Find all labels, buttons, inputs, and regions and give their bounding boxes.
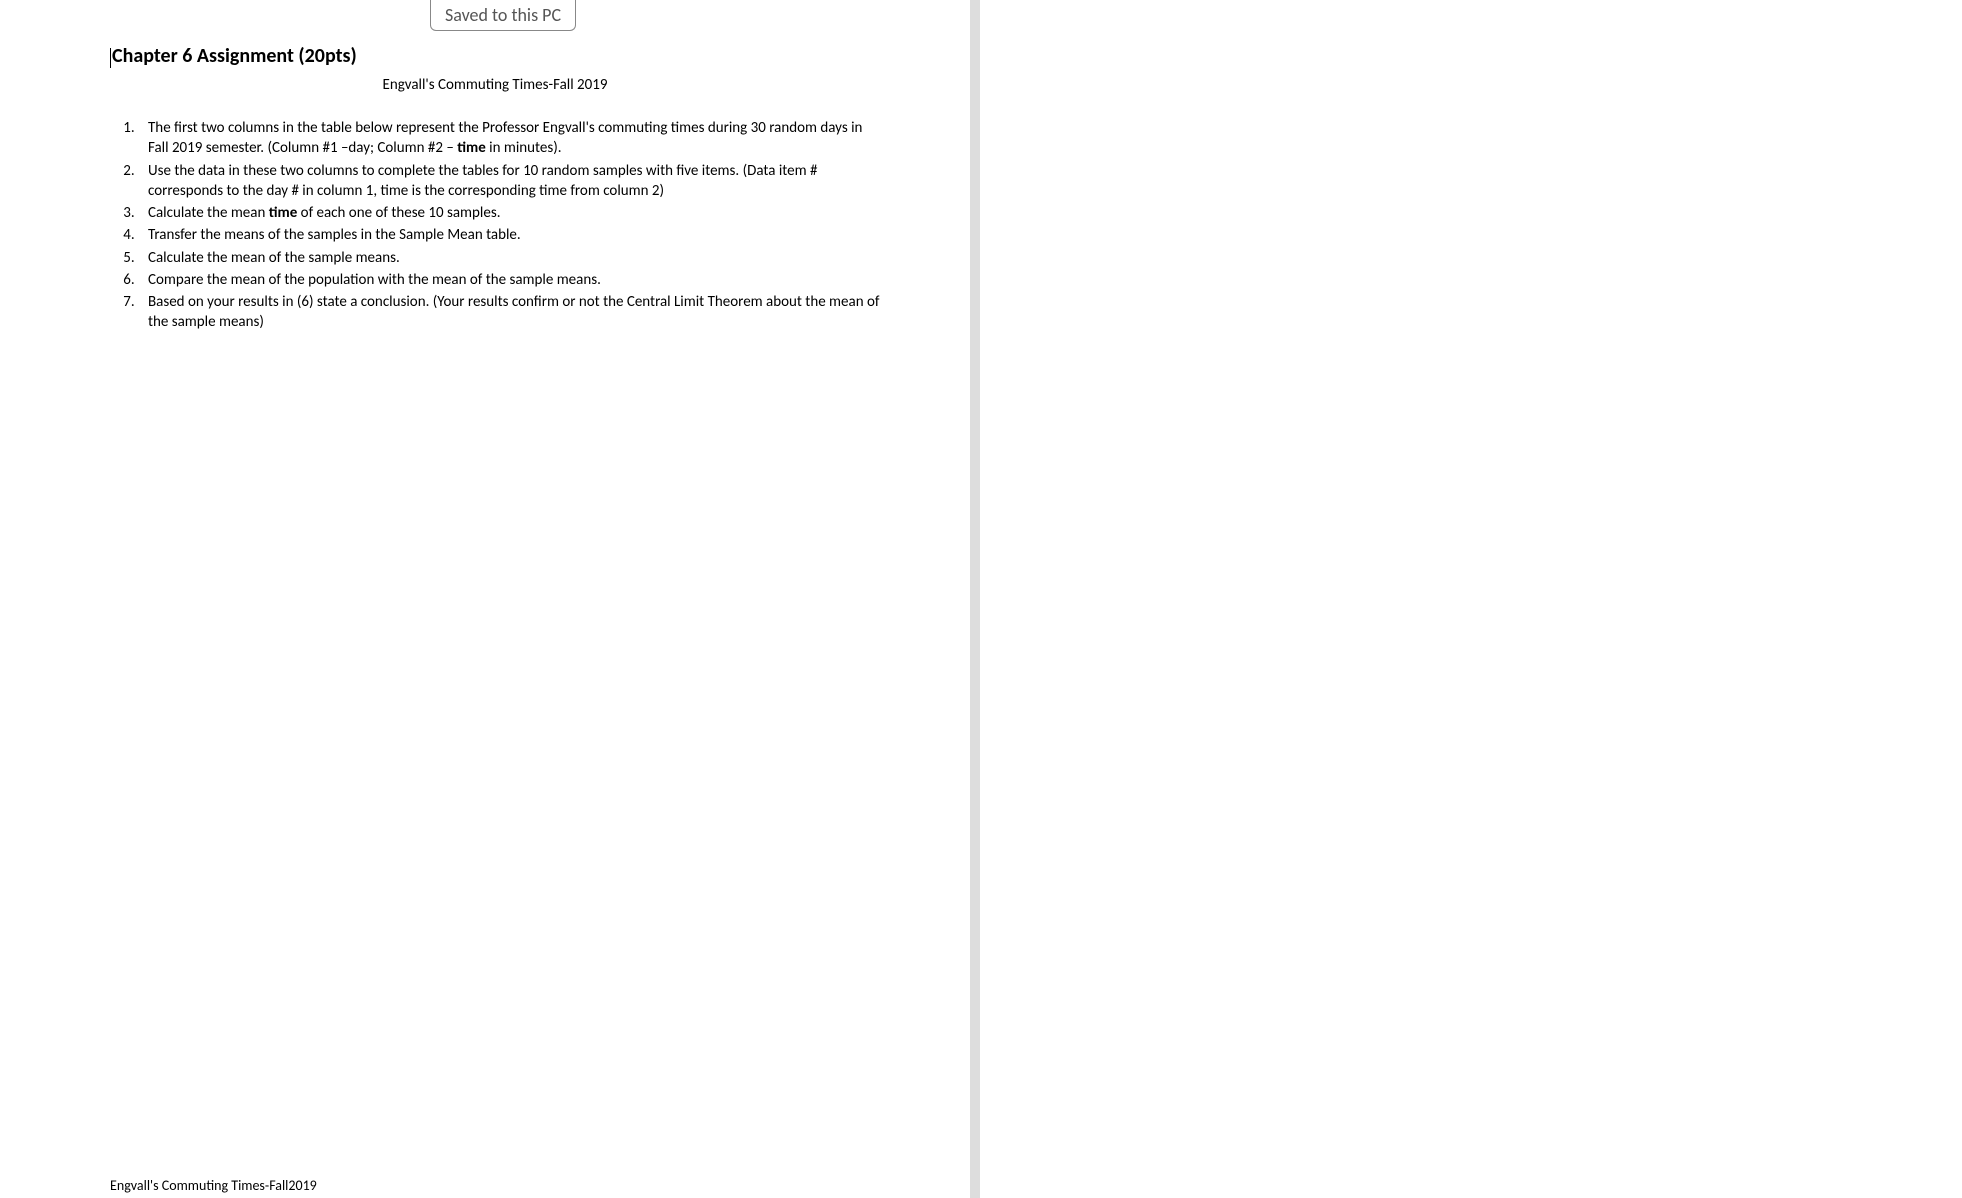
instruction-item: The first two columns in the table below…: [138, 118, 880, 159]
instruction-item: Compare the mean of the population with …: [138, 270, 880, 290]
document-page-1: Saved to this PC Chapter 6 Assignment (2…: [0, 0, 980, 1198]
instruction-item: Based on your results in (6) state a con…: [138, 292, 880, 333]
saved-to-pc-badge: Saved to this PC: [430, 0, 576, 31]
subtitle: Engvall's Commuting Times-Fall 2019: [110, 76, 880, 94]
page-footer: Engvall's Commuting Times-Fall2019: [110, 1177, 317, 1194]
chapter-title: Chapter 6 Assignment (20pts): [110, 44, 880, 68]
document-page-2: [980, 0, 1962, 1198]
instruction-item: Transfer the means of the samples in the…: [138, 225, 880, 245]
instruction-item: Use the data in these two columns to com…: [138, 161, 880, 202]
instruction-list: The first two columns in the table below…: [110, 118, 880, 333]
instruction-item: Calculate the mean time of each one of t…: [138, 203, 880, 223]
instruction-item: Calculate the mean of the sample means.: [138, 248, 880, 268]
